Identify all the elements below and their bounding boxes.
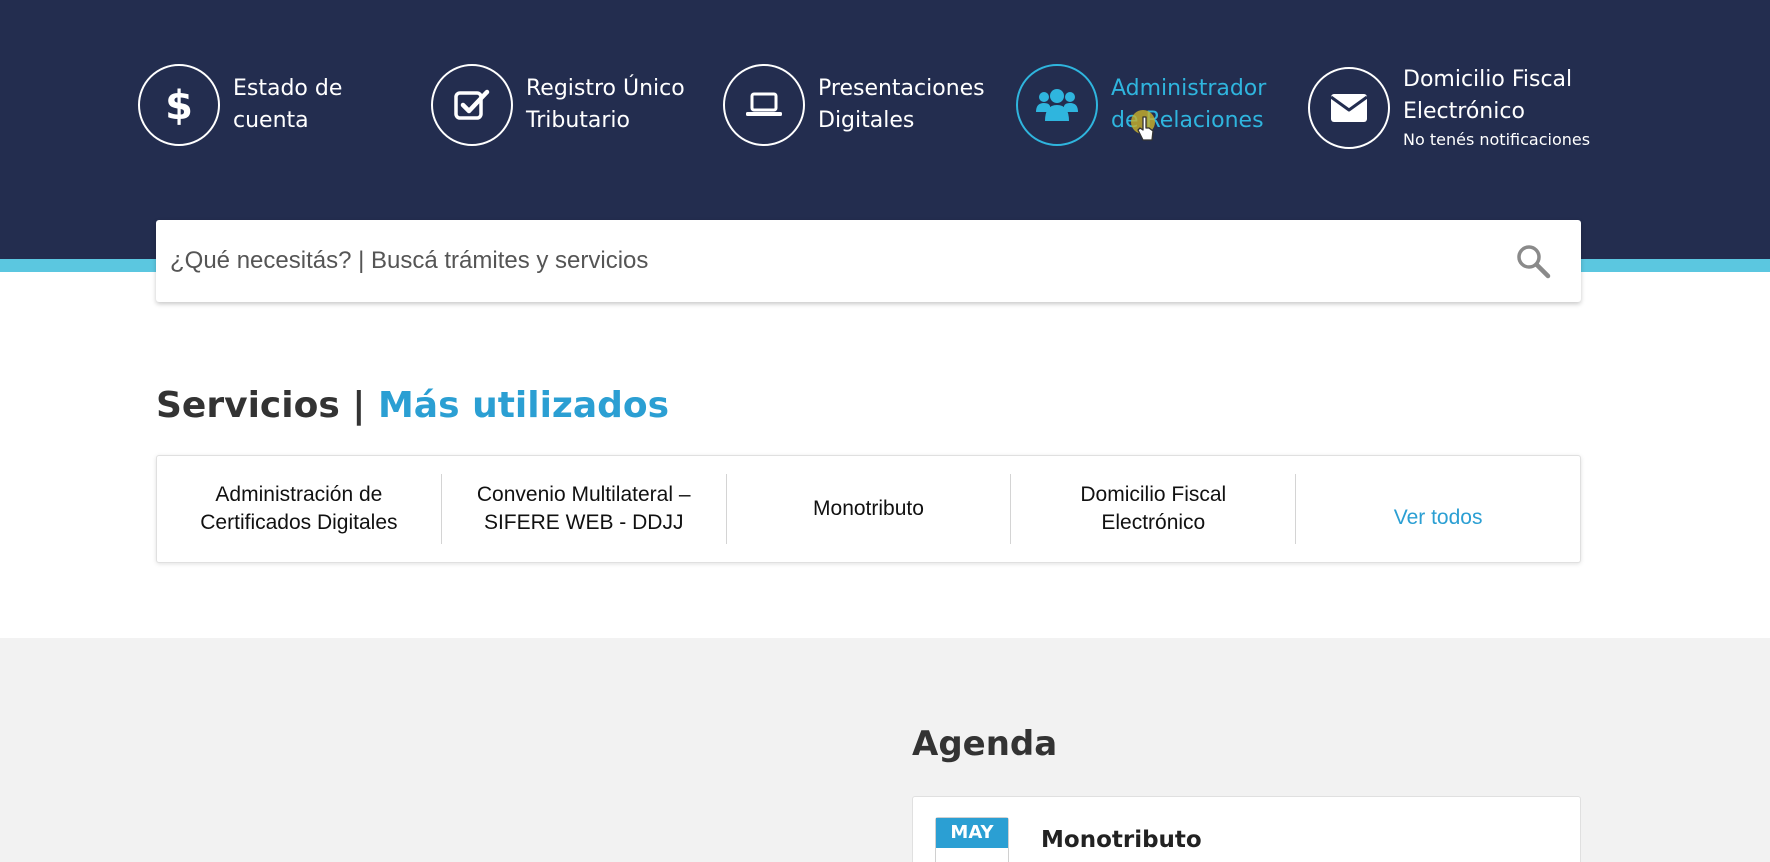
quick-item-label: Registro Único Tributario xyxy=(526,76,685,133)
agenda-title: Agenda xyxy=(912,724,1058,764)
service-item-monotributo[interactable]: Monotributo xyxy=(725,474,1011,544)
agenda-item-title: Monotributo xyxy=(1041,827,1202,853)
search-input[interactable] xyxy=(156,220,1515,302)
quick-item-presentaciones-digitales[interactable]: Presentaciones Digitales xyxy=(723,64,985,146)
quick-item-label: Estado de cuenta xyxy=(233,76,343,133)
quick-item-label: Domicilio Fiscal Electrónico No tenés noti… xyxy=(1403,67,1591,149)
services-card: Administración de Certificados Digitales … xyxy=(156,455,1581,563)
checkbox-icon xyxy=(431,64,513,146)
quick-item-label: Presentaciones Digitales xyxy=(818,76,985,133)
calendar-date-badge: MAY xyxy=(935,817,1009,862)
dollar-icon: $ xyxy=(138,64,220,146)
agenda-month: MAY xyxy=(936,818,1008,848)
quick-item-domicilio-fiscal-electronico[interactable]: Domicilio Fiscal Electrónico No tenés noti… xyxy=(1308,64,1590,151)
laptop-icon xyxy=(723,64,805,146)
quick-access-nav: $ Estado de cuenta Registro Único Tributar… xyxy=(0,0,1770,200)
services-section-title: Servicios | Más utilizados xyxy=(156,385,670,426)
notifications-status: No tenés notificaciones xyxy=(1403,130,1591,149)
agenda-item[interactable]: MAY Monotributo xyxy=(912,796,1581,862)
see-all-link[interactable]: Ver todos xyxy=(1295,474,1580,544)
search-box xyxy=(156,220,1581,302)
users-icon xyxy=(1016,64,1098,146)
service-item-domicilio-fiscal[interactable]: Domicilio Fiscal Electrónico xyxy=(1010,474,1295,544)
envelope-icon xyxy=(1308,66,1390,149)
svg-text:$: $ xyxy=(165,83,193,127)
search-icon[interactable] xyxy=(1515,243,1551,279)
service-item-convenio-multilateral[interactable]: Convenio Multilateral – SIFERE WEB - DDJJ xyxy=(440,474,726,544)
quick-item-registro-unico-tributario[interactable]: Registro Único Tributario xyxy=(431,64,685,146)
services-title-accent: Más utilizados xyxy=(377,385,670,426)
quick-item-estado-de-cuenta[interactable]: $ Estado de cuenta xyxy=(138,64,342,146)
hand-pointer-cursor-icon xyxy=(1131,110,1155,141)
service-item-certificados-digitales[interactable]: Administración de Certificados Digitales xyxy=(157,474,441,544)
